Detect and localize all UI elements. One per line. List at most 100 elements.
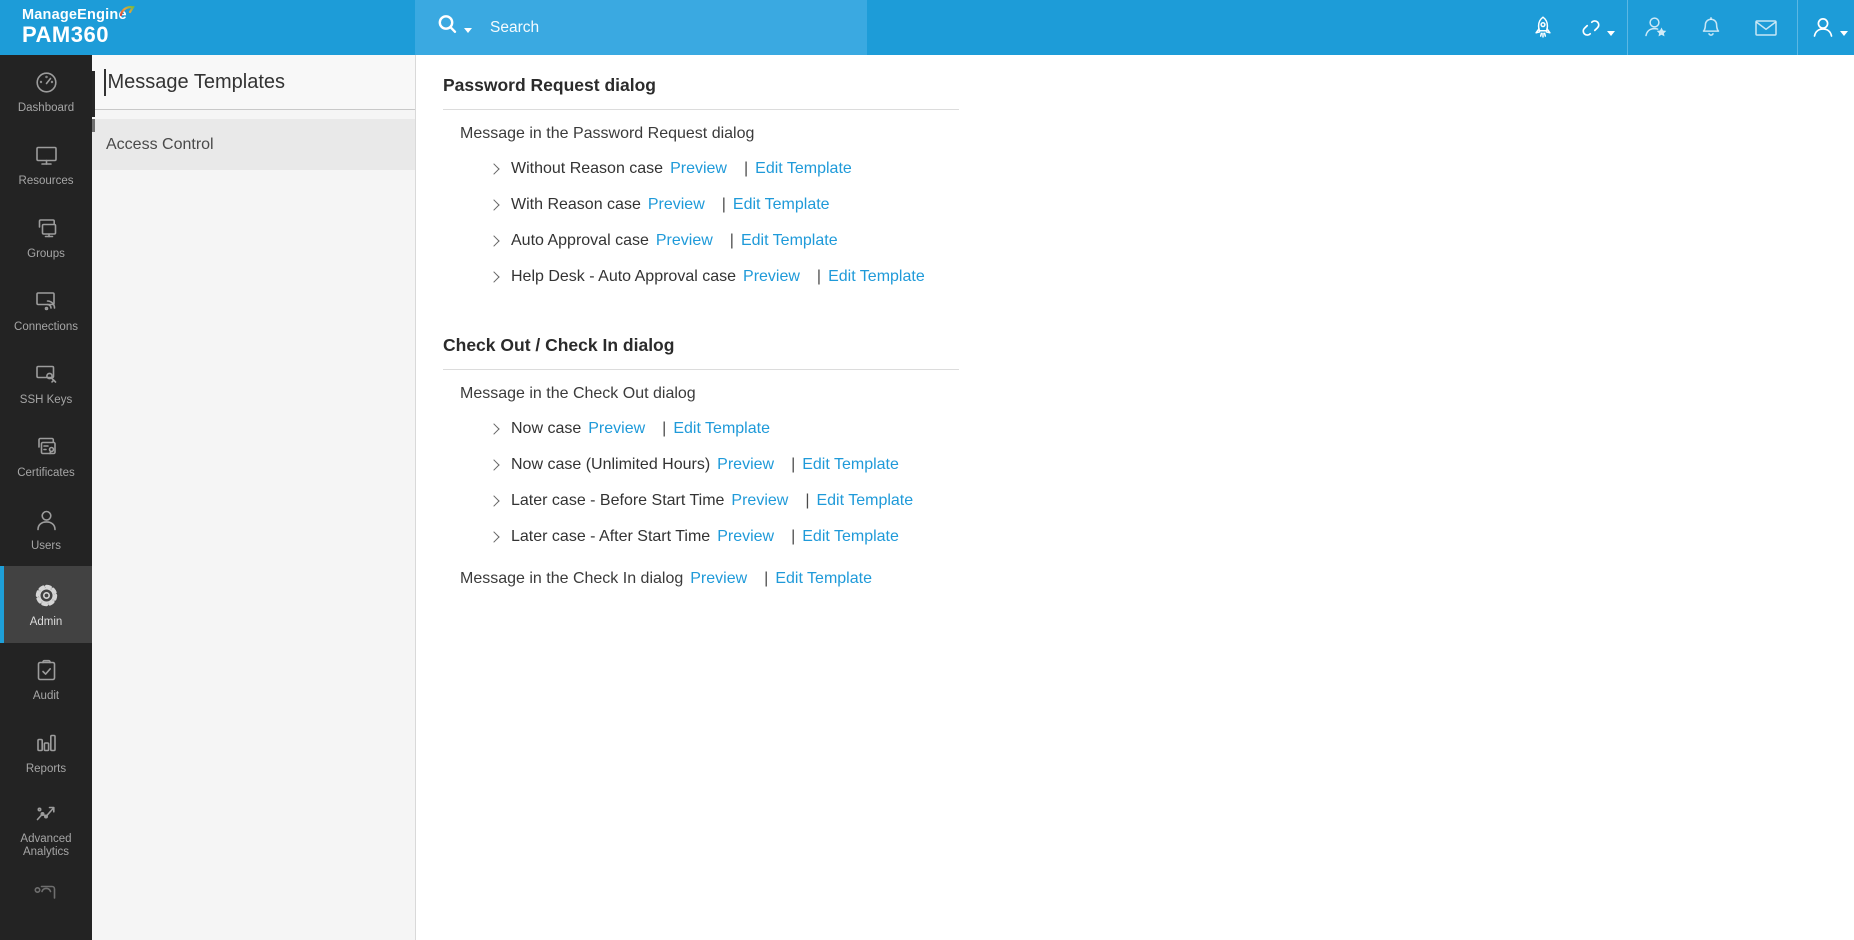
ssh-keys-icon bbox=[33, 361, 60, 388]
preview-link[interactable]: Preview bbox=[670, 160, 727, 178]
main-navigation-sidebar: Dashboard Resources Groups Connections SSH K… bbox=[0, 55, 92, 940]
certificates-icon bbox=[33, 434, 60, 461]
sidebar-item-label: Connections bbox=[14, 320, 78, 333]
sidebar-item-certificates[interactable]: Certificates bbox=[0, 420, 92, 493]
panel-title: Message Templates bbox=[107, 70, 286, 93]
template-row: With Reason case Preview | Edit Template bbox=[488, 187, 1854, 223]
topbar-user-star-button[interactable] bbox=[1641, 0, 1671, 55]
sidebar-item-dashboard[interactable]: Dashboard bbox=[0, 55, 92, 128]
sidebar-item-label: SSH Keys bbox=[19, 393, 73, 406]
user-star-icon bbox=[1641, 13, 1671, 43]
edit-template-link[interactable]: Edit Template bbox=[755, 160, 852, 178]
section-title: Password Request dialog bbox=[443, 75, 959, 110]
chevron-down-icon bbox=[464, 28, 472, 33]
topbar-rocket-button[interactable] bbox=[1528, 0, 1558, 55]
preview-link[interactable]: Preview bbox=[588, 420, 645, 438]
preview-link[interactable]: Preview bbox=[743, 268, 800, 286]
link-separator: | bbox=[729, 232, 734, 249]
panel-header: Message Templates bbox=[92, 55, 415, 110]
connections-icon bbox=[33, 288, 60, 315]
link-separator: | bbox=[721, 196, 726, 213]
sidebar-item-admin[interactable]: Admin bbox=[0, 566, 92, 643]
expand-chevron-icon[interactable] bbox=[488, 235, 500, 247]
template-list-content: Password Request dialog Message in the Pa… bbox=[417, 55, 1854, 940]
link-separator: | bbox=[743, 160, 749, 177]
topbar-profile-button[interactable] bbox=[1813, 0, 1848, 55]
group-intro-label: Message in the Password Request dialog bbox=[460, 125, 755, 142]
group-intro-label: Message in the Check Out dialog bbox=[460, 385, 696, 402]
link-separator: | bbox=[791, 528, 796, 545]
edit-template-link[interactable]: Edit Template bbox=[802, 528, 899, 546]
sidebar-item-label: Resources bbox=[18, 174, 74, 187]
preview-link[interactable]: Preview bbox=[731, 492, 788, 510]
edit-template-link[interactable]: Edit Template bbox=[733, 196, 830, 214]
expand-chevron-icon[interactable] bbox=[488, 163, 500, 175]
sidebar-item-ssh-keys[interactable]: SSH Keys bbox=[0, 347, 92, 420]
profile-icon bbox=[1808, 13, 1838, 43]
search-scope-dropdown[interactable] bbox=[435, 12, 472, 43]
sidebar-item-resources[interactable]: Resources bbox=[0, 128, 92, 201]
audit-icon bbox=[33, 657, 60, 684]
edit-template-link[interactable]: Edit Template bbox=[741, 232, 838, 250]
topbar-bell-button[interactable] bbox=[1696, 0, 1726, 55]
preview-link[interactable]: Preview bbox=[717, 456, 774, 474]
sidebar-item-groups[interactable]: Groups bbox=[0, 201, 92, 274]
section-title: Check Out / Check In dialog bbox=[443, 335, 959, 370]
sidebar-item-reports[interactable]: Reports bbox=[0, 716, 92, 789]
template-row-label: With Reason case bbox=[511, 196, 641, 213]
template-row: Later case - After Start Time Preview | Edi… bbox=[488, 519, 1854, 555]
edit-template-link[interactable]: Edit Template bbox=[673, 420, 770, 438]
link-separator: | bbox=[662, 420, 667, 437]
panel-item-access-control[interactable]: Access Control bbox=[92, 119, 415, 170]
sidebar-item-partial[interactable] bbox=[0, 883, 92, 901]
template-row-label: Later case - Before Start Time bbox=[511, 492, 725, 509]
groups-icon bbox=[33, 215, 60, 242]
expand-chevron-icon[interactable] bbox=[488, 271, 500, 283]
sidebar-item-label: Certificates bbox=[17, 466, 75, 479]
rocket-icon bbox=[1529, 14, 1557, 42]
group-intro: Message in the Check In dialog Preview | Ed… bbox=[460, 570, 1854, 588]
preview-link[interactable]: Preview bbox=[717, 528, 774, 546]
sidebar-item-advanced-analytics[interactable]: Advanced Analytics bbox=[0, 789, 92, 869]
sidebar-item-label: Audit bbox=[32, 689, 60, 702]
link-icon bbox=[1577, 14, 1605, 42]
panel-scrollbar-segment[interactable] bbox=[92, 119, 95, 132]
topbar-mail-button[interactable] bbox=[1751, 0, 1781, 55]
preview-link[interactable]: Preview bbox=[648, 196, 705, 214]
preview-link[interactable]: Preview bbox=[656, 232, 713, 250]
bell-icon bbox=[1697, 14, 1725, 42]
sidebar-item-label: Users bbox=[30, 539, 62, 552]
link-separator: | bbox=[791, 456, 796, 473]
preview-link[interactable]: Preview bbox=[690, 570, 747, 588]
search-input[interactable] bbox=[490, 18, 820, 37]
sidebar-item-users[interactable]: Users bbox=[0, 493, 92, 566]
expand-chevron-icon[interactable] bbox=[488, 199, 500, 211]
panel-scrollbar-thumb[interactable] bbox=[92, 71, 95, 117]
global-search bbox=[415, 0, 867, 55]
expand-chevron-icon[interactable] bbox=[488, 495, 500, 507]
mail-icon bbox=[1752, 14, 1780, 42]
admin-icon bbox=[32, 581, 61, 610]
topbar-separator bbox=[1797, 0, 1798, 55]
group-intro: Message in the Password Request dialog bbox=[460, 125, 1854, 143]
edit-template-link[interactable]: Edit Template bbox=[775, 570, 872, 588]
template-section: Check Out / Check In dialog Message in th… bbox=[443, 335, 1854, 588]
expand-chevron-icon[interactable] bbox=[488, 423, 500, 435]
expand-chevron-icon[interactable] bbox=[488, 459, 500, 471]
topbar-link-button[interactable] bbox=[1581, 0, 1615, 55]
sidebar-item-audit[interactable]: Audit bbox=[0, 643, 92, 716]
edit-template-link[interactable]: Edit Template bbox=[816, 492, 913, 510]
edit-template-link[interactable]: Edit Template bbox=[802, 456, 899, 474]
app-logo[interactable]: ManageEngine PAM360 bbox=[22, 0, 135, 55]
sidebar-item-connections[interactable]: Connections bbox=[0, 274, 92, 347]
expand-chevron-icon[interactable] bbox=[488, 531, 500, 543]
sidebar-item-label: Groups bbox=[27, 247, 65, 260]
link-separator: | bbox=[764, 570, 769, 587]
template-row: Now case (Unlimited Hours) Preview | Edit T… bbox=[488, 447, 1854, 483]
template-row: Later case - Before Start Time Preview | Ed… bbox=[488, 483, 1854, 519]
edit-template-link[interactable]: Edit Template bbox=[828, 268, 925, 286]
template-row: Auto Approval case Preview | Edit Template bbox=[488, 223, 1854, 259]
template-row-label: Now case bbox=[511, 420, 582, 437]
template-section: Password Request dialog Message in the Pa… bbox=[443, 75, 1854, 295]
template-row-label: Auto Approval case bbox=[511, 232, 649, 249]
